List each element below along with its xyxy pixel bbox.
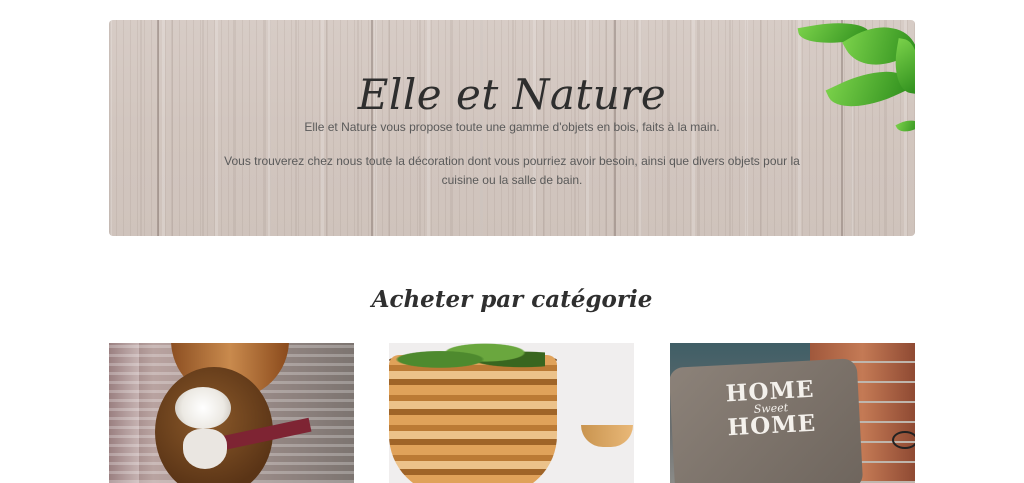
pillow-print: HOME Sweet HOME [705,376,838,442]
category-card-decoration[interactable] [109,343,354,483]
hero-intro-text: Elle et Nature vous propose toute une ga… [304,120,720,134]
heart-ornament [183,429,227,469]
category-card-kitchen[interactable] [389,343,634,483]
flower-ornament [175,387,231,429]
wood-grain [157,20,159,236]
small-wooden-bowl [581,425,633,447]
eyeglasses [892,431,915,449]
wood-grain [841,20,843,236]
category-card-home[interactable]: HOME Sweet HOME [670,343,915,483]
wooden-salad-bowl [389,355,557,483]
hero-description-text: Vous trouverez chez nous toute la décora… [224,154,800,187]
section-title: Acheter par catégorie [371,286,653,313]
hero-banner: Elle et Nature Elle et Nature vous propo… [109,20,915,236]
salad-greens [395,343,545,373]
hero-title: Elle et Nature [357,70,667,119]
